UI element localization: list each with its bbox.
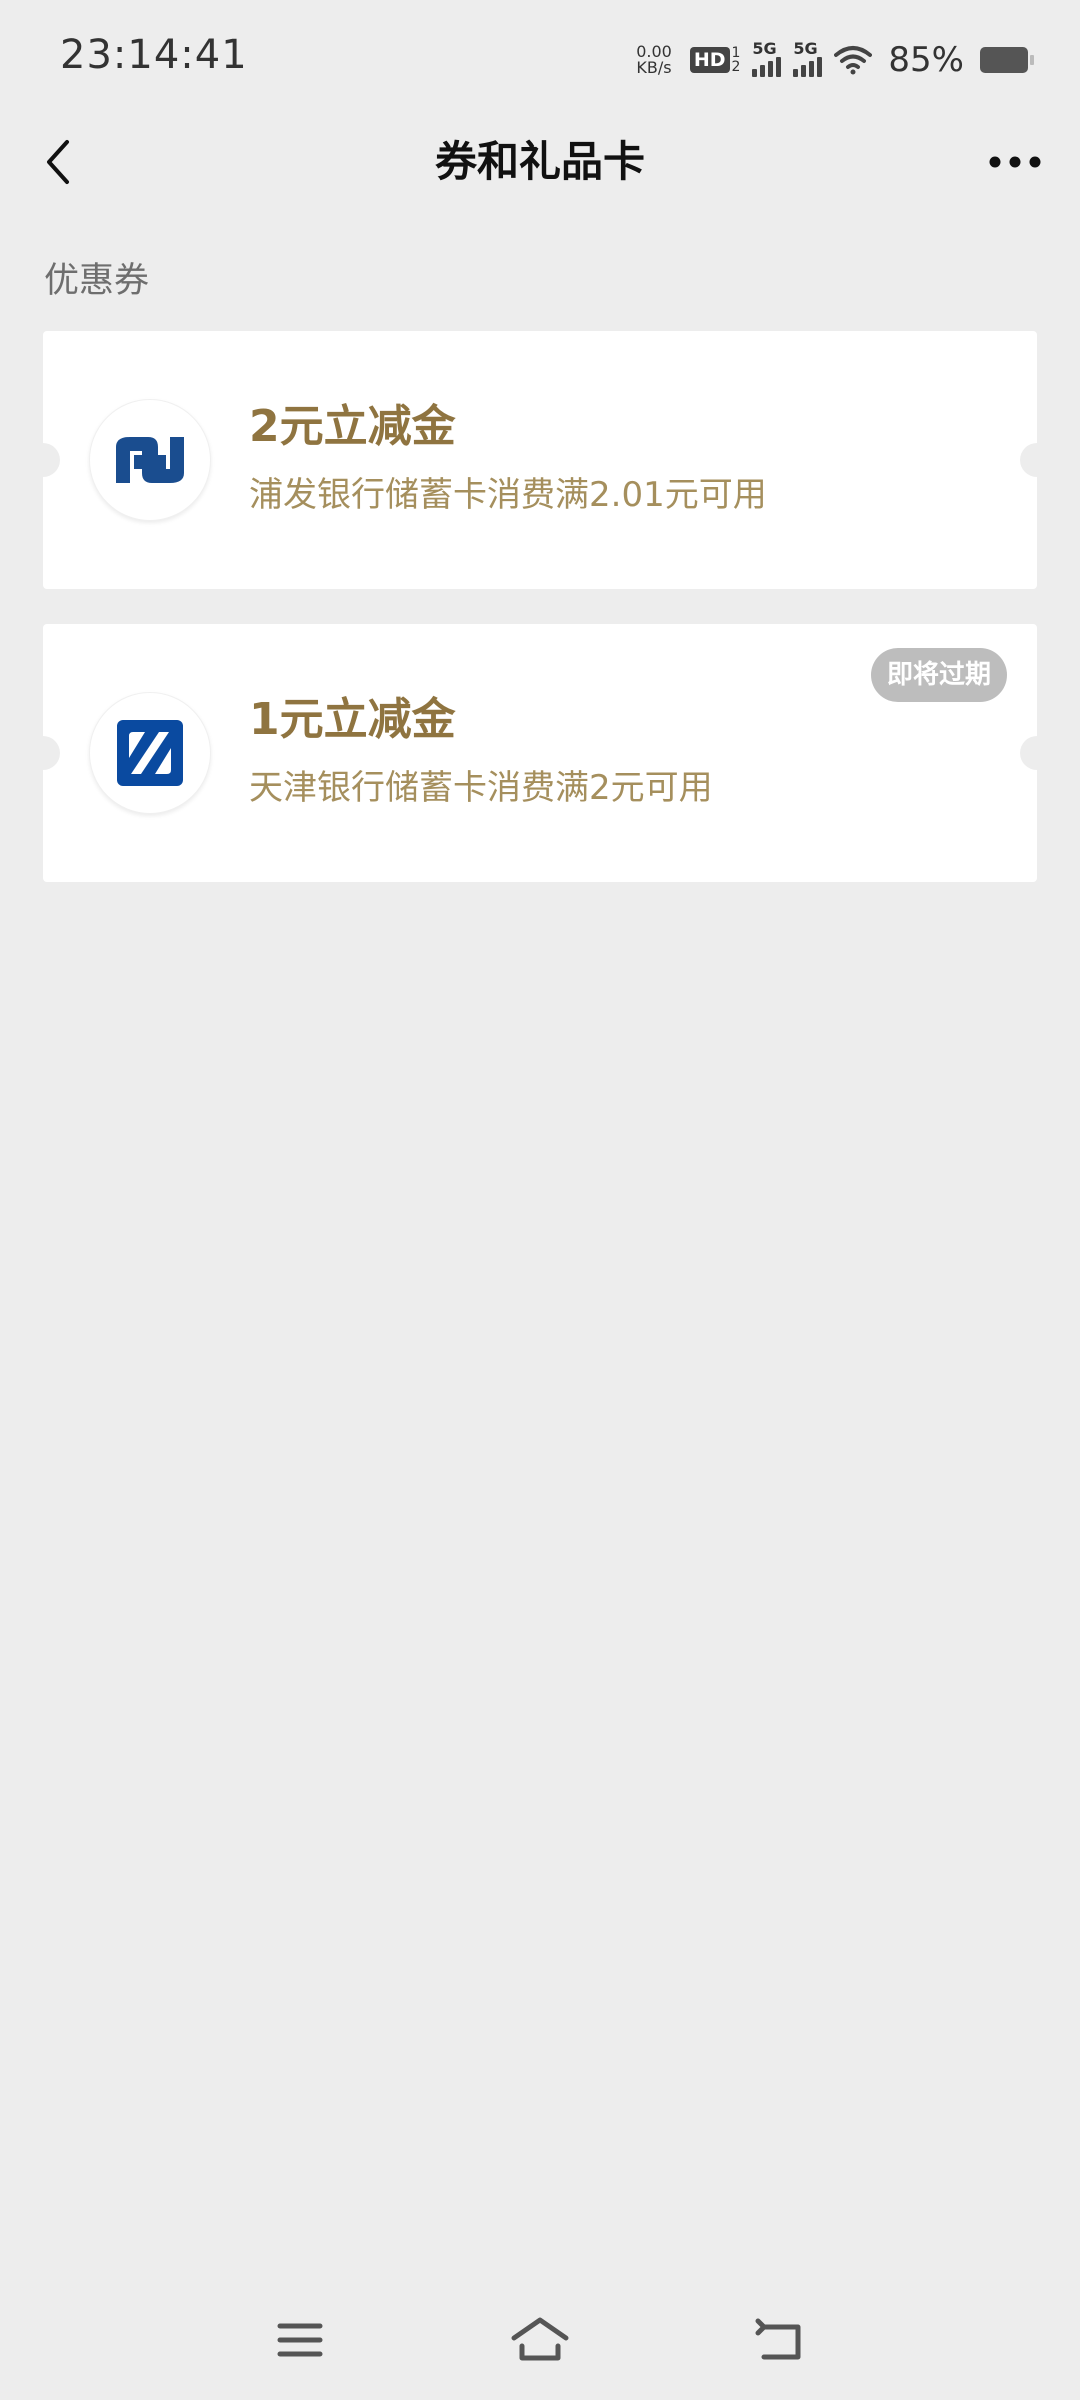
menu-lines-icon (277, 2323, 323, 2357)
status-icons: 0.00 KB/s HD 1 2 5G 5G 85% (636, 36, 1034, 84)
hd-label: HD (689, 47, 730, 73)
system-menu-button[interactable] (270, 2310, 330, 2370)
status-time: 23:14:41 (60, 32, 248, 78)
coupon-card[interactable]: 2元立减金 浦发银行储蓄卡消费满2.01元可用 (26, 331, 1054, 589)
hd-sim-top: 1 (731, 45, 741, 61)
card-notch-left (26, 443, 60, 477)
coupon-title: 2元立减金 (249, 401, 456, 452)
battery-icon (980, 47, 1034, 73)
tianjin-bank-logo-icon (117, 720, 183, 786)
signal-label-2: 5G (793, 39, 818, 58)
status-bar: 23:14:41 0.00 KB/s HD 1 2 5G 5G 85% (0, 0, 1080, 116)
hd-sim-numbers: 1 2 (732, 46, 741, 74)
signal-label-1: 5G (752, 39, 777, 58)
card-notch-right (1020, 736, 1054, 770)
spdb-logo-icon (116, 437, 184, 483)
network-speed-unit: KB/s (636, 58, 672, 77)
wifi-icon (834, 46, 873, 75)
system-home-button[interactable] (510, 2310, 570, 2370)
card-notch-right (1020, 443, 1054, 477)
system-back-button[interactable] (750, 2310, 810, 2370)
return-icon (755, 2318, 801, 2360)
system-navigation-bar (0, 2290, 1080, 2386)
signal-icon-2: 5G (793, 39, 823, 77)
expiring-badge: 即将过期 (870, 648, 1007, 702)
battery-percent: 85% (888, 40, 964, 80)
coupon-card[interactable]: 即将过期 1元立减金 天津银行储蓄卡消费满2元可用 (26, 624, 1054, 882)
signal-icon-1: 5G (752, 39, 782, 77)
hd-sim-bottom: 2 (731, 59, 741, 75)
coupon-description: 浦发银行储蓄卡消费满2.01元可用 (249, 475, 767, 515)
spdb-logo (89, 399, 211, 521)
more-dots-icon (989, 156, 1041, 168)
section-title-coupons: 优惠券 (44, 261, 150, 301)
hd-icon: HD 1 2 (689, 46, 741, 74)
page-title: 券和礼品卡 (434, 137, 645, 186)
more-button[interactable] (980, 134, 1050, 190)
coupon-title: 1元立减金 (249, 694, 456, 745)
coupon-description: 天津银行储蓄卡消费满2元可用 (249, 768, 713, 808)
network-speed: 0.00 KB/s (636, 44, 672, 76)
home-icon (511, 2317, 569, 2361)
navigation-bar: 券和礼品卡 (0, 116, 1080, 208)
card-notch-left (26, 736, 60, 770)
tianjin-bank-logo (89, 692, 211, 814)
